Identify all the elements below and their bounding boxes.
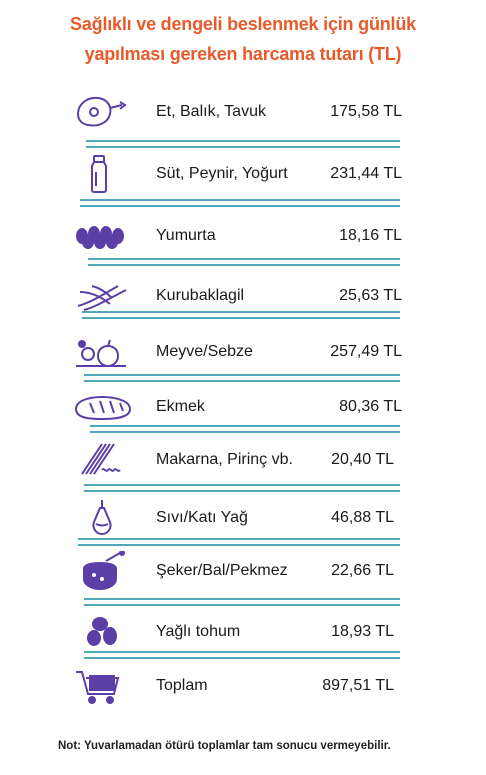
row-label: Toplam [156, 677, 208, 694]
divider [84, 598, 400, 608]
row-value: 18,16 TL [339, 227, 402, 244]
row-label: Süt, Peynir, Yoğurt [156, 165, 288, 182]
list-item: Şeker/Bal/Pekmez 22,66 TL [72, 550, 412, 591]
title-line-2: yapılması gereken harcama tutarı (TL) [84, 44, 402, 64]
title-line-1: Sağlıklı ve dengeli beslenmek için günlü… [70, 14, 416, 34]
row-label: Sıvı/Katı Yağ [156, 509, 248, 526]
divider [84, 651, 400, 661]
row-label: Yumurta [156, 227, 216, 244]
row-label: Kurubaklagil [156, 287, 245, 304]
list-item: Yağlı tohum 18,93 TL [72, 612, 412, 652]
pasta-icon [72, 440, 134, 480]
eggs-icon [72, 216, 134, 256]
row-label: Yağlı tohum [156, 623, 241, 640]
divider [86, 140, 400, 150]
divider [88, 258, 400, 268]
row-value: 80,36 TL [339, 398, 402, 415]
row-value: 18,93 TL [331, 623, 394, 640]
legumes-icon [72, 276, 134, 316]
list-item: Ekmek 80,36 TL [72, 387, 412, 427]
divider [84, 484, 400, 494]
row-value: 20,40 TL [331, 451, 394, 468]
list-item: Makarna, Pirinç vb. 20,40 TL [72, 440, 412, 480]
row-label: Meyve/Sebze [156, 343, 253, 360]
divider [78, 538, 400, 548]
list-item: Süt, Peynir, Yoğurt 231,44 TL [72, 154, 412, 194]
row-value: 25,63 TL [339, 287, 402, 304]
row-label: Makarna, Pirinç vb. [156, 451, 293, 468]
oil-bottle-icon [72, 498, 134, 538]
divider [80, 199, 400, 209]
list-item: Et, Balık, Tavuk 175,58 TL [72, 92, 412, 132]
nuts-icon [72, 612, 134, 652]
divider [82, 311, 400, 321]
row-value: 231,44 TL [330, 165, 402, 182]
meat-icon [72, 92, 134, 132]
row-value: 897,51 TL [322, 677, 394, 694]
row-value: 46,88 TL [331, 509, 394, 526]
list-item: Sıvı/Katı Yağ 46,88 TL [72, 498, 412, 538]
row-value: 257,49 TL [330, 343, 402, 360]
row-value: 175,58 TL [330, 103, 402, 120]
list-item: Toplam 897,51 TL [72, 666, 412, 706]
row-value: 22,66 TL [331, 562, 394, 579]
list-item: Meyve/Sebze 257,49 TL [72, 332, 412, 372]
row-label: Et, Balık, Tavuk [156, 103, 266, 120]
row-label: Ekmek [156, 398, 205, 415]
fruit-bowl-icon [72, 332, 134, 372]
list-item: Yumurta 18,16 TL [72, 216, 412, 256]
honey-pot-icon [72, 550, 134, 591]
row-label: Şeker/Bal/Pekmez [156, 562, 288, 579]
shopping-cart-icon [72, 666, 134, 706]
footnote: Not: Yuvarlamadan ötürü toplamlar tam so… [58, 740, 391, 752]
list-item: Kurubaklagil 25,63 TL [72, 276, 412, 316]
bread-icon [72, 387, 134, 427]
divider [90, 425, 400, 435]
milk-bottle-icon [72, 154, 134, 194]
divider [84, 374, 400, 384]
